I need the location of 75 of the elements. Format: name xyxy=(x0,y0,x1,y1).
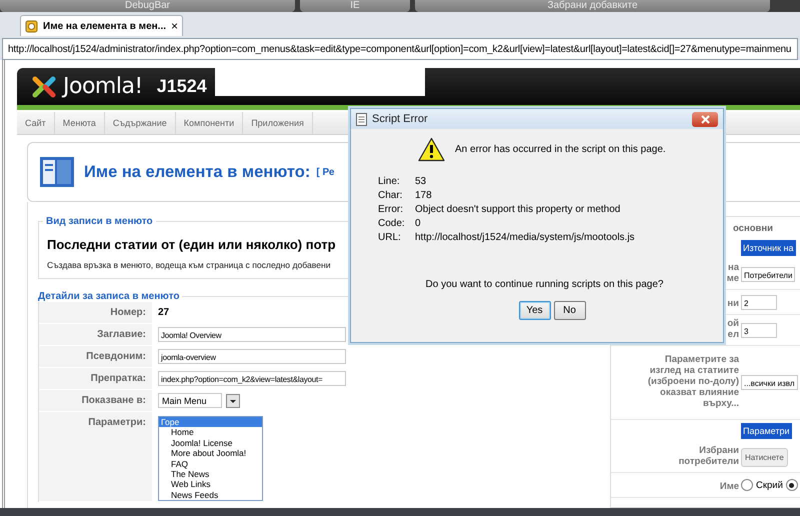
field-label: Заглавие: xyxy=(39,324,152,345)
warning-icon xyxy=(418,137,445,162)
detail-label: Code: xyxy=(378,218,406,229)
list-item[interactable]: Web Links xyxy=(159,479,262,490)
document-icon xyxy=(356,112,367,126)
list-item[interactable]: The News xyxy=(159,469,262,480)
list-item[interactable]: Горе xyxy=(159,417,262,428)
dropdown-field[interactable]: Main Menu xyxy=(158,393,222,408)
field-value: 27 xyxy=(158,307,170,318)
page-title: Име на елемента в менюто: xyxy=(84,162,310,182)
tab-title: Име на елемента в мен... xyxy=(43,20,166,32)
menu-item[interactable]: Приложения xyxy=(243,112,313,134)
dialog-button[interactable]: Yes xyxy=(518,301,550,320)
detail-value: 0 xyxy=(415,218,422,229)
menu-list[interactable]: Горе Home Joomla! License More about Joomla! FAQ The News Web Links News Feeds xyxy=(158,416,263,502)
logo-icon xyxy=(31,74,57,100)
detail-value: 178 xyxy=(415,190,433,201)
field-label: Име xyxy=(720,481,739,492)
list-item[interactable]: News Feeds xyxy=(159,490,262,500)
detail-label: URL: xyxy=(378,232,402,243)
close-button[interactable] xyxy=(692,112,718,126)
dialog-button[interactable]: No xyxy=(554,301,586,320)
select-button[interactable]: Натиснете xyxy=(741,448,788,466)
input-field[interactable]: Joomla! Overview xyxy=(158,327,346,342)
section-bar: Параметри xyxy=(741,423,792,439)
menu-item[interactable]: Менюта xyxy=(54,112,105,134)
detail-value: Object doesn't support this property or method xyxy=(415,204,622,215)
menu-item[interactable]: Сайт xyxy=(17,112,55,134)
list-item[interactable]: FAQ xyxy=(159,458,262,470)
detail-value: http://localhost/j1524/media/system/js/mootools.js xyxy=(415,232,636,243)
field-label: ни xyxy=(727,298,739,309)
dropdown-field[interactable]: ...всички извл xyxy=(741,375,798,390)
menu-item[interactable]: Съдържание xyxy=(104,112,176,134)
field-label: Препратка: xyxy=(39,368,152,389)
list-item[interactable]: Joomla! License xyxy=(159,438,262,448)
list-item[interactable]: More about Joomla! xyxy=(159,448,262,459)
section-legend: Детайли за записа в менюто xyxy=(35,291,182,302)
list-item[interactable]: Home xyxy=(159,427,262,438)
address-field[interactable]: http://localhost/j1524/administrator/index.php?option=com_menus&task=edit&type=component&url[option]=com_k2&url[view]=latest&url[layout]=latest&cid[]=27&menutype=mainmenu xyxy=(2,38,798,60)
field-label: ой ел xyxy=(727,318,739,340)
browser-tab[interactable]: Име на елемента в мен... × xyxy=(20,15,184,36)
section-bar: Източник на xyxy=(741,240,796,256)
detail-label: Error: xyxy=(378,204,404,215)
field-label: Избрани потребители xyxy=(678,445,739,467)
page-icon xyxy=(25,20,38,32)
dialog-question: Do you want to continue running scripts on this page? xyxy=(424,279,664,290)
input-field[interactable]: 2 xyxy=(741,294,777,310)
field-label: на ме xyxy=(726,262,739,284)
close-icon xyxy=(700,114,710,124)
field-label: Псевдоним: xyxy=(39,346,152,367)
radio-label: Скрий xyxy=(756,480,783,490)
menu-type-description: Създава връзка в менюто, водеща към страница с последно добавени xyxy=(47,260,332,270)
input-field[interactable]: joomla-overview xyxy=(158,349,346,364)
menu-item[interactable]: Компоненти xyxy=(176,112,244,134)
page-subtitle: [ Ре xyxy=(316,166,334,178)
radio-button[interactable] xyxy=(741,479,753,491)
menu-page-icon xyxy=(40,157,74,187)
dialog-title: Script Error xyxy=(372,113,428,125)
panel-heading: основни xyxy=(732,223,774,236)
error-message: An error has occurred in the script on this page. xyxy=(455,144,666,155)
detail-label: Char: xyxy=(378,190,404,201)
site-name: J1524 xyxy=(156,76,207,97)
close-tab-button[interactable]: × xyxy=(171,19,178,33)
field-label: Показване в: xyxy=(39,390,152,411)
input-field[interactable]: 3 xyxy=(741,322,777,338)
input-field[interactable]: index.php?option=com_k2&view=latest&layout= xyxy=(158,371,346,386)
section-legend: Вид записи в менюто xyxy=(43,216,156,227)
radio-button[interactable] xyxy=(786,479,798,491)
logo-text: Joomla! xyxy=(63,74,143,99)
dropdown-field[interactable]: Потребители xyxy=(741,266,796,282)
field-label: Параметри: xyxy=(39,412,152,502)
detail-value: 53 xyxy=(415,176,428,187)
detail-label: Line: xyxy=(378,176,401,187)
field-label: Номер: xyxy=(39,302,152,323)
field-label: Параметрите за изглед на статиите (изброени по-долу) оказват влияние върху... xyxy=(648,354,739,409)
